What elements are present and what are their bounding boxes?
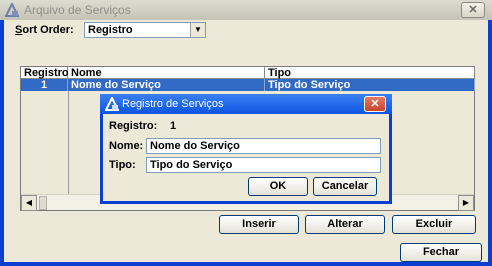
sort-order-label-text: ort Order: <box>22 24 74 36</box>
tipo-label: Tipo: <box>109 159 136 171</box>
window-titlebar[interactable]: Arquivo de Serviços ✕ <box>0 0 492 20</box>
window-close-button[interactable]: ✕ <box>461 2 485 18</box>
nome-field[interactable]: Nome do Serviço <box>146 138 381 154</box>
scroll-left-icon[interactable]: ◀ <box>21 195 37 211</box>
dropdown-arrow-icon[interactable]: ▼ <box>190 23 205 37</box>
dialog-app-icon <box>105 97 119 111</box>
window-title: Arquivo de Serviços <box>24 3 131 17</box>
inserir-button[interactable]: Inserir <box>219 215 299 234</box>
alterar-button[interactable]: Alterar <box>305 215 385 234</box>
cancelar-button[interactable]: Cancelar <box>313 177 377 196</box>
table-row-cell-nome[interactable]: Nome do Serviço <box>68 79 265 91</box>
dialog-titlebar[interactable]: Registro de Serviços ✕ <box>100 94 392 114</box>
column-header-nome[interactable]: Nome <box>68 67 265 79</box>
app-icon <box>5 3 19 17</box>
registro-label: Registro: <box>109 120 158 132</box>
scroll-thumb[interactable] <box>39 196 47 210</box>
registro-dialog: Registro de Serviços ✕ Registro: 1 Nome:… <box>100 94 392 204</box>
nome-label: Nome: <box>109 140 144 152</box>
column-divider <box>68 91 69 194</box>
sort-order-select[interactable]: Registro ▼ <box>84 22 206 38</box>
dialog-body: Registro: 1 Nome: Nome do Serviço Tipo: … <box>103 114 389 201</box>
dialog-close-button[interactable]: ✕ <box>364 96 386 112</box>
table-row-cell-tipo[interactable]: Tipo do Serviço <box>265 79 475 91</box>
scroll-right-icon[interactable]: ▶ <box>458 195 474 211</box>
tipo-field[interactable]: Tipo do Serviço <box>146 157 381 173</box>
excluir-button[interactable]: Excluir <box>392 215 476 234</box>
ok-button[interactable]: OK <box>248 177 308 196</box>
close-icon: ✕ <box>468 4 478 16</box>
sort-order-label: Sort Order: <box>15 24 74 36</box>
column-header-registro[interactable]: Registro <box>21 67 69 79</box>
table-row-cell-registro[interactable]: 1 <box>21 79 68 91</box>
column-header-tipo[interactable]: Tipo <box>265 67 475 79</box>
registro-value: 1 <box>170 120 177 132</box>
fechar-button[interactable]: Fechar <box>400 243 482 262</box>
sort-order-value: Registro <box>88 24 133 36</box>
dialog-title: Registro de Serviços <box>122 98 224 110</box>
close-icon: ✕ <box>370 98 380 110</box>
